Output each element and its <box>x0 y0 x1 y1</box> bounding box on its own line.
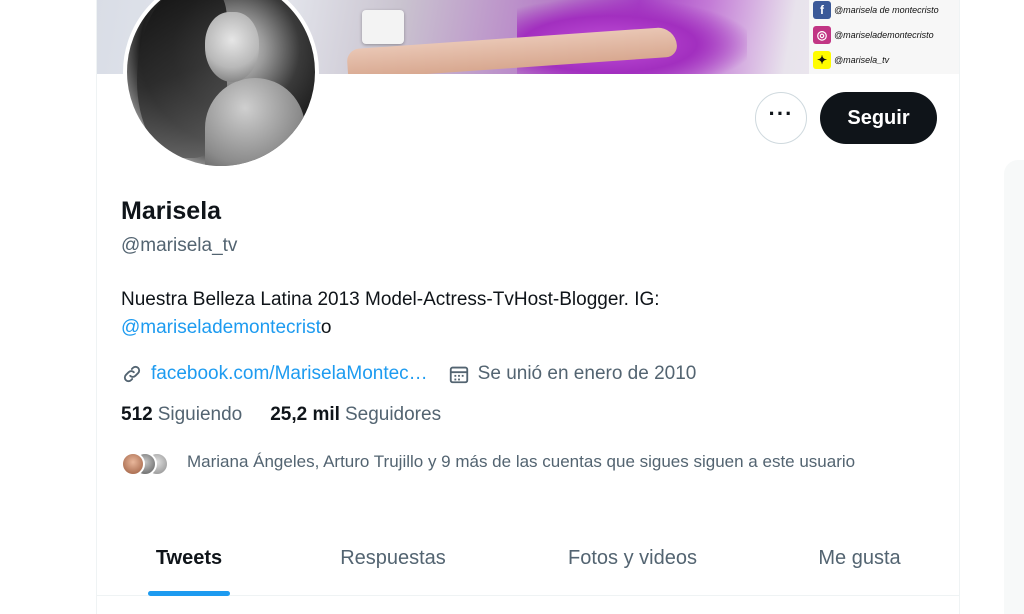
profile-joined-date: Se unió en enero de 2010 <box>477 363 697 384</box>
banner-social-row: ✦ @marisela_tv <box>813 50 889 70</box>
following-count-link[interactable]: 512 Siguiendo <box>121 404 242 426</box>
profile-link-item[interactable]: facebook.com/MariselaMontec… <box>121 363 428 385</box>
profile-website-link[interactable]: facebook.com/MariselaMontec… <box>151 363 428 385</box>
tab-label: Respuestas <box>340 546 446 569</box>
tab-label: Tweets <box>155 546 223 569</box>
followers-count-link[interactable]: 25,2 mil Seguidores <box>270 404 441 426</box>
profile-bio: Nuestra Belleza Latina 2013 Model-Actres… <box>121 286 801 342</box>
profile-tabs: Tweets Respuestas Fotos y videos Me gust… <box>97 520 959 596</box>
link-icon <box>123 365 141 383</box>
banner-social-box: f @marisela de montecristo ◎ @mariselade… <box>809 0 959 74</box>
active-tab-indicator <box>148 591 230 596</box>
tab-label: Fotos y videos <box>568 546 697 569</box>
banner-social-text: @marisela de montecristo <box>834 5 939 15</box>
tab-label: Me gusta <box>818 546 901 569</box>
followers-count: 25,2 mil <box>270 404 340 425</box>
instagram-icon: ◎ <box>813 26 831 44</box>
left-gutter <box>0 0 96 614</box>
more-icon: ··· <box>768 101 794 126</box>
bio-text: Nuestra Belleza Latina 2013 Model-Actres… <box>121 289 660 310</box>
more-options-button[interactable]: ··· <box>755 92 807 144</box>
profile-avatar[interactable] <box>123 0 319 170</box>
followers-you-know-text: Mariana Ángeles, Arturo Trujillo y 9 más… <box>187 452 856 471</box>
banner-social-row: f @marisela de montecristo <box>813 0 939 20</box>
snapchat-icon: ✦ <box>813 51 831 69</box>
banner-social-text: @marisela_tv <box>834 55 890 65</box>
tab-likes[interactable]: Me gusta <box>760 520 959 596</box>
following-count: 512 <box>121 404 153 425</box>
profile-column: f @marisela de montecristo ◎ @mariselade… <box>96 0 960 614</box>
tab-replies[interactable]: Respuestas <box>281 520 505 596</box>
followers-you-know[interactable]: Mariana Ángeles, Arturo Trujillo y 9 más… <box>121 450 887 478</box>
tab-media[interactable]: Fotos y videos <box>505 520 760 596</box>
followers-label: Seguidores <box>344 404 442 425</box>
facebook-icon: f <box>813 1 831 19</box>
profile-stats: 512 Siguiendo 25,2 mil Seguidores <box>121 404 469 426</box>
profile-joined-item: Se unió en enero de 2010 <box>448 363 697 385</box>
profile-meta: facebook.com/MariselaMontec… Se unió en … <box>121 360 716 388</box>
follow-button[interactable]: Seguir <box>820 92 937 144</box>
bio-mention-link[interactable]: @mariselademontecrist <box>121 317 321 338</box>
avatar-body <box>205 78 305 166</box>
calendar-icon <box>449 366 468 384</box>
right-sidebar-panel-edge <box>1004 160 1024 614</box>
banner-social-text: @mariselademontecristo <box>834 30 934 40</box>
followers-you-know-avatars <box>121 450 183 478</box>
profile-handle: @marisela_tv <box>121 235 238 256</box>
bio-tail: o <box>320 317 332 338</box>
banner-social-row: ◎ @mariselademontecristo <box>813 25 934 45</box>
profile-name: Marisela <box>121 197 222 225</box>
avatar-face <box>205 12 259 82</box>
tab-tweets[interactable]: Tweets <box>97 520 281 596</box>
following-label: Siguiendo <box>157 404 243 425</box>
banner-cup <box>362 10 404 44</box>
avatar <box>121 452 145 476</box>
